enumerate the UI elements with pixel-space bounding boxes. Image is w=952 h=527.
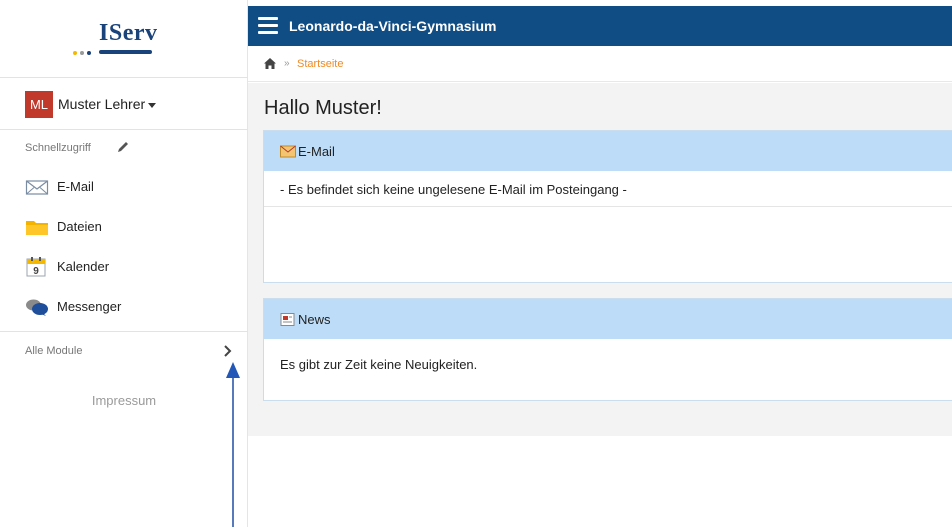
sidebar-item-label: Dateien xyxy=(57,219,102,234)
chevron-right-icon[interactable] xyxy=(222,344,234,358)
envelope-icon xyxy=(25,180,49,195)
news-panel-header[interactable]: News xyxy=(264,299,952,339)
news-panel-title: News xyxy=(298,312,331,327)
sidebar-item-label: Kalender xyxy=(57,259,110,274)
sidebar-item-calendar[interactable]: 9 Kalender xyxy=(0,249,248,283)
all-modules-label: Alle Module xyxy=(25,345,83,357)
annotation-arrow-icon xyxy=(226,362,240,527)
news-panel-message: Es gibt zur Zeit keine Neuigkeiten. xyxy=(280,357,478,372)
email-panel-message: - Es befindet sich keine ungelesene E-Ma… xyxy=(280,182,627,197)
calendar-icon: 9 xyxy=(26,257,46,277)
user-name: Muster Lehrer xyxy=(58,96,146,112)
sidebar-item-label: E-Mail xyxy=(57,179,94,194)
sidebar: IServ ML Muster Lehrer Schnellzugriff E-… xyxy=(0,0,248,527)
news-panel: News Es gibt zur Zeit keine Neuigkeiten. xyxy=(263,298,952,401)
sidebar-item-email[interactable]: E-Mail xyxy=(0,169,248,203)
main-content: Hallo Muster! E-Mail - Es befindet sich … xyxy=(248,83,952,436)
breadcrumb-separator: » xyxy=(284,58,290,69)
hamburger-menu-icon[interactable] xyxy=(258,17,278,35)
sidebar-item-label: Messenger xyxy=(57,299,122,314)
logo-dots xyxy=(73,51,91,55)
user-menu[interactable]: ML Muster Lehrer xyxy=(0,88,248,130)
email-panel-message-row: - Es befindet sich keine ungelesene E-Ma… xyxy=(264,171,952,207)
email-panel: E-Mail - Es befindet sich keine ungelese… xyxy=(263,130,952,283)
folder-icon xyxy=(26,221,48,235)
logo-underline xyxy=(99,50,152,54)
chat-bubbles-icon xyxy=(26,299,48,316)
svg-text:9: 9 xyxy=(33,266,39,277)
impressum-link[interactable]: Impressum xyxy=(0,393,248,408)
sidebar-item-messenger[interactable]: Messenger xyxy=(0,289,248,323)
email-panel-header[interactable]: E-Mail xyxy=(264,131,952,171)
top-navbar: Leonardo-da-Vinci-Gymnasium xyxy=(248,6,952,46)
page-title: Hallo Muster! xyxy=(264,97,382,119)
home-icon[interactable] xyxy=(264,58,276,69)
quick-access-header: Schnellzugriff xyxy=(25,142,91,154)
school-title[interactable]: Leonardo-da-Vinci-Gymnasium xyxy=(289,18,496,34)
breadcrumb: » Startseite xyxy=(248,46,952,82)
logo-text: IServ xyxy=(99,20,158,46)
caret-down-icon xyxy=(148,103,156,108)
envelope-icon xyxy=(280,145,296,158)
breadcrumb-current[interactable]: Startseite xyxy=(297,58,343,70)
email-panel-title: E-Mail xyxy=(298,144,335,159)
pencil-icon[interactable] xyxy=(116,140,130,154)
sidebar-item-files[interactable]: Dateien xyxy=(0,209,248,243)
newspaper-icon xyxy=(280,313,295,326)
iserv-logo[interactable]: IServ xyxy=(0,0,248,78)
all-modules-link[interactable]: Alle Module xyxy=(0,331,248,369)
avatar: ML xyxy=(25,91,53,118)
